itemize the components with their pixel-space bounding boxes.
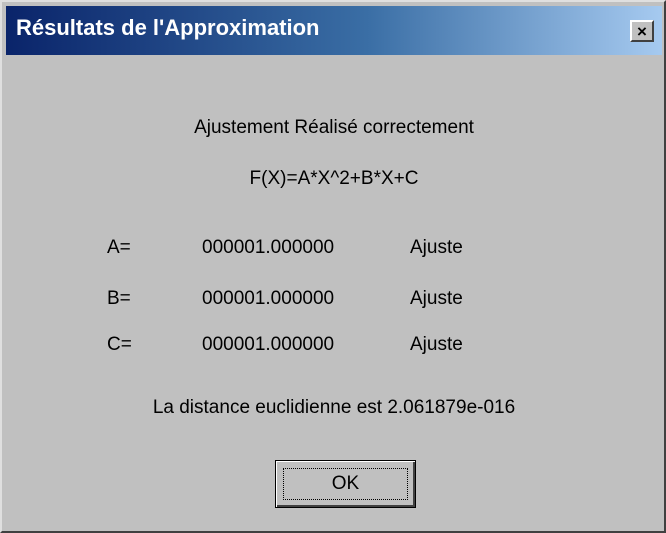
parameter-name: A= xyxy=(107,237,131,258)
parameter-status: Ajuste xyxy=(410,237,463,258)
dialog-content: Ajustement Réalisé correctement F(X)=A*X… xyxy=(6,55,662,529)
parameter-value: 000001.000000 xyxy=(202,237,335,258)
status-message: Ajustement Réalisé correctement xyxy=(194,117,474,138)
ok-button[interactable]: OK xyxy=(275,460,416,508)
close-button[interactable]: × xyxy=(630,20,654,42)
parameter-status: Ajuste xyxy=(410,334,463,355)
parameter-value: 000001.000000 xyxy=(202,334,335,355)
close-icon: × xyxy=(637,21,647,41)
formula-text: F(X)=A*X^2+B*X+C xyxy=(249,168,419,189)
title-bar[interactable]: Résultats de l'Approximation × xyxy=(6,6,662,55)
distance-message: La distance euclidienne est 2.061879e-01… xyxy=(152,397,516,418)
dialog-window: Résultats de l'Approximation × Ajustemen… xyxy=(0,0,666,533)
ok-focus-ring: OK xyxy=(283,468,408,500)
window-title: Résultats de l'Approximation xyxy=(16,15,320,40)
parameter-name: C= xyxy=(107,334,132,355)
parameter-value: 000001.000000 xyxy=(202,288,335,309)
parameter-status: Ajuste xyxy=(410,288,463,309)
parameter-name: B= xyxy=(107,288,131,309)
ok-label: OK xyxy=(331,473,360,494)
